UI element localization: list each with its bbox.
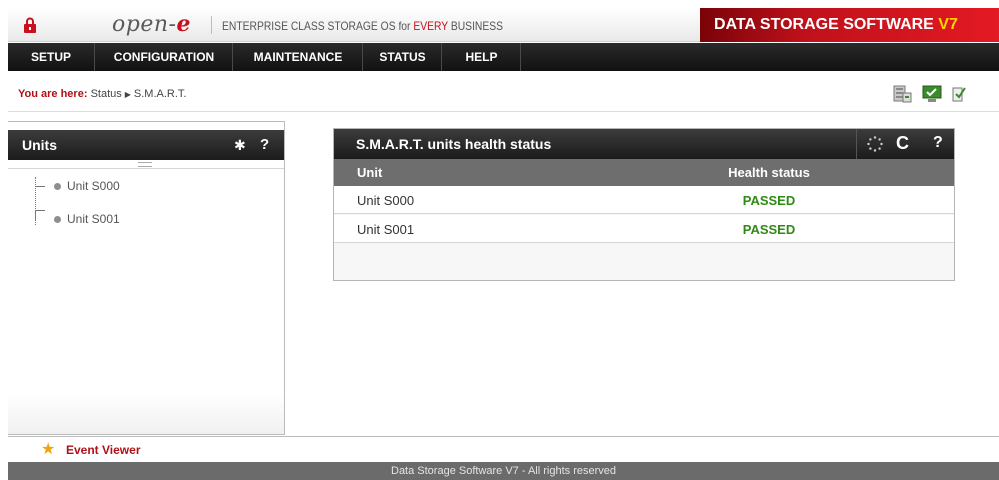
lock-icon: [24, 17, 36, 33]
tree-branch: [35, 186, 45, 187]
header-divider: [211, 16, 212, 34]
nav-help[interactable]: HELP: [443, 43, 521, 71]
brand-text: open-: [112, 12, 177, 37]
tree-item-label: Unit S001: [67, 212, 120, 226]
star-icon: ★: [41, 441, 56, 458]
row-health-status: PASSED: [742, 222, 796, 237]
breadcrumb-arrow-icon: ▶: [124, 90, 131, 99]
refresh-icon[interactable]: C: [896, 133, 909, 153]
smart-panel-title: S.M.A.R.T. units health status: [356, 136, 552, 152]
breadcrumb-bar: You are here: Status ▶ S.M.A.R.T.: [8, 72, 999, 112]
tree-item-label: Unit S000: [67, 179, 120, 193]
gear-icon[interactable]: ✱: [234, 137, 246, 153]
monitor-check-icon[interactable]: [922, 85, 942, 103]
tree-branch: [35, 210, 45, 220]
nav-maintenance[interactable]: MAINTENANCE: [234, 43, 363, 71]
collapse-handle[interactable]: [138, 162, 152, 167]
tagline-highlight: EVERY: [413, 19, 448, 33]
table-header: Unit Health status: [334, 159, 954, 186]
units-panel-footer: [8, 394, 284, 434]
row-health-status: PASSED: [742, 193, 796, 208]
product-version: V7: [938, 16, 958, 33]
nav-status[interactable]: STATUS: [364, 43, 442, 71]
tagline-prefix: ENTERPRISE CLASS STORAGE OS for: [222, 19, 414, 33]
breadcrumb: You are here: Status ▶ S.M.A.R.T.: [18, 88, 186, 100]
toolbar-divider: [856, 129, 857, 159]
column-header-health[interactable]: Health status: [714, 165, 824, 180]
spinner-icon: [867, 136, 883, 152]
app-window: open-e ENTERPRISE CLASS STORAGE OS for E…: [0, 0, 999, 480]
brand-logo: open-e: [112, 11, 191, 37]
units-panel-header: Units ✱ ?: [8, 130, 284, 160]
product-banner: DATA STORAGE SOFTWARE V7: [700, 8, 999, 42]
nav-configuration[interactable]: CONFIGURATION: [96, 43, 233, 71]
server-icon[interactable]: [892, 85, 912, 103]
event-viewer-bar: ★ Event Viewer: [8, 436, 999, 462]
units-tree: Unit S000 Unit S001: [8, 168, 284, 378]
help-icon[interactable]: ?: [260, 136, 269, 153]
nav-setup[interactable]: SETUP: [8, 43, 95, 71]
logout-icon[interactable]: [952, 85, 966, 103]
breadcrumb-label: You are here:: [18, 88, 88, 100]
brand-e: e: [176, 11, 191, 37]
units-title: Units: [22, 137, 57, 153]
breadcrumb-status[interactable]: Status: [91, 88, 122, 100]
unit-dot-icon: [54, 216, 61, 223]
breadcrumb-smart: S.M.A.R.T.: [133, 88, 187, 100]
event-viewer-link[interactable]: Event Viewer: [66, 443, 140, 457]
table-row[interactable]: Unit S000 PASSED: [334, 186, 954, 214]
footer: Data Storage Software V7 - All rights re…: [8, 462, 999, 480]
tagline-suffix: BUSINESS: [447, 19, 504, 33]
main-nav: SETUP CONFIGURATION MAINTENANCE STATUS H…: [8, 43, 999, 71]
row-unit: Unit S001: [357, 222, 415, 237]
product-name: DATA STORAGE SOFTWARE: [714, 16, 939, 33]
units-panel: Units ✱ ? Unit S000 Unit S001: [8, 121, 285, 435]
help-icon[interactable]: ?: [933, 134, 943, 152]
column-header-unit[interactable]: Unit: [357, 165, 382, 180]
table-row[interactable]: Unit S001 PASSED: [334, 215, 954, 243]
smart-panel-header: S.M.A.R.T. units health status C ?: [334, 129, 954, 159]
row-unit: Unit S000: [357, 193, 415, 208]
smart-status-panel: S.M.A.R.T. units health status C ? Unit …: [333, 128, 955, 281]
header: open-e ENTERPRISE CLASS STORAGE OS for E…: [8, 8, 999, 42]
tagline: ENTERPRISE CLASS STORAGE OS for EVERY BU…: [222, 19, 503, 33]
unit-dot-icon: [54, 183, 61, 190]
